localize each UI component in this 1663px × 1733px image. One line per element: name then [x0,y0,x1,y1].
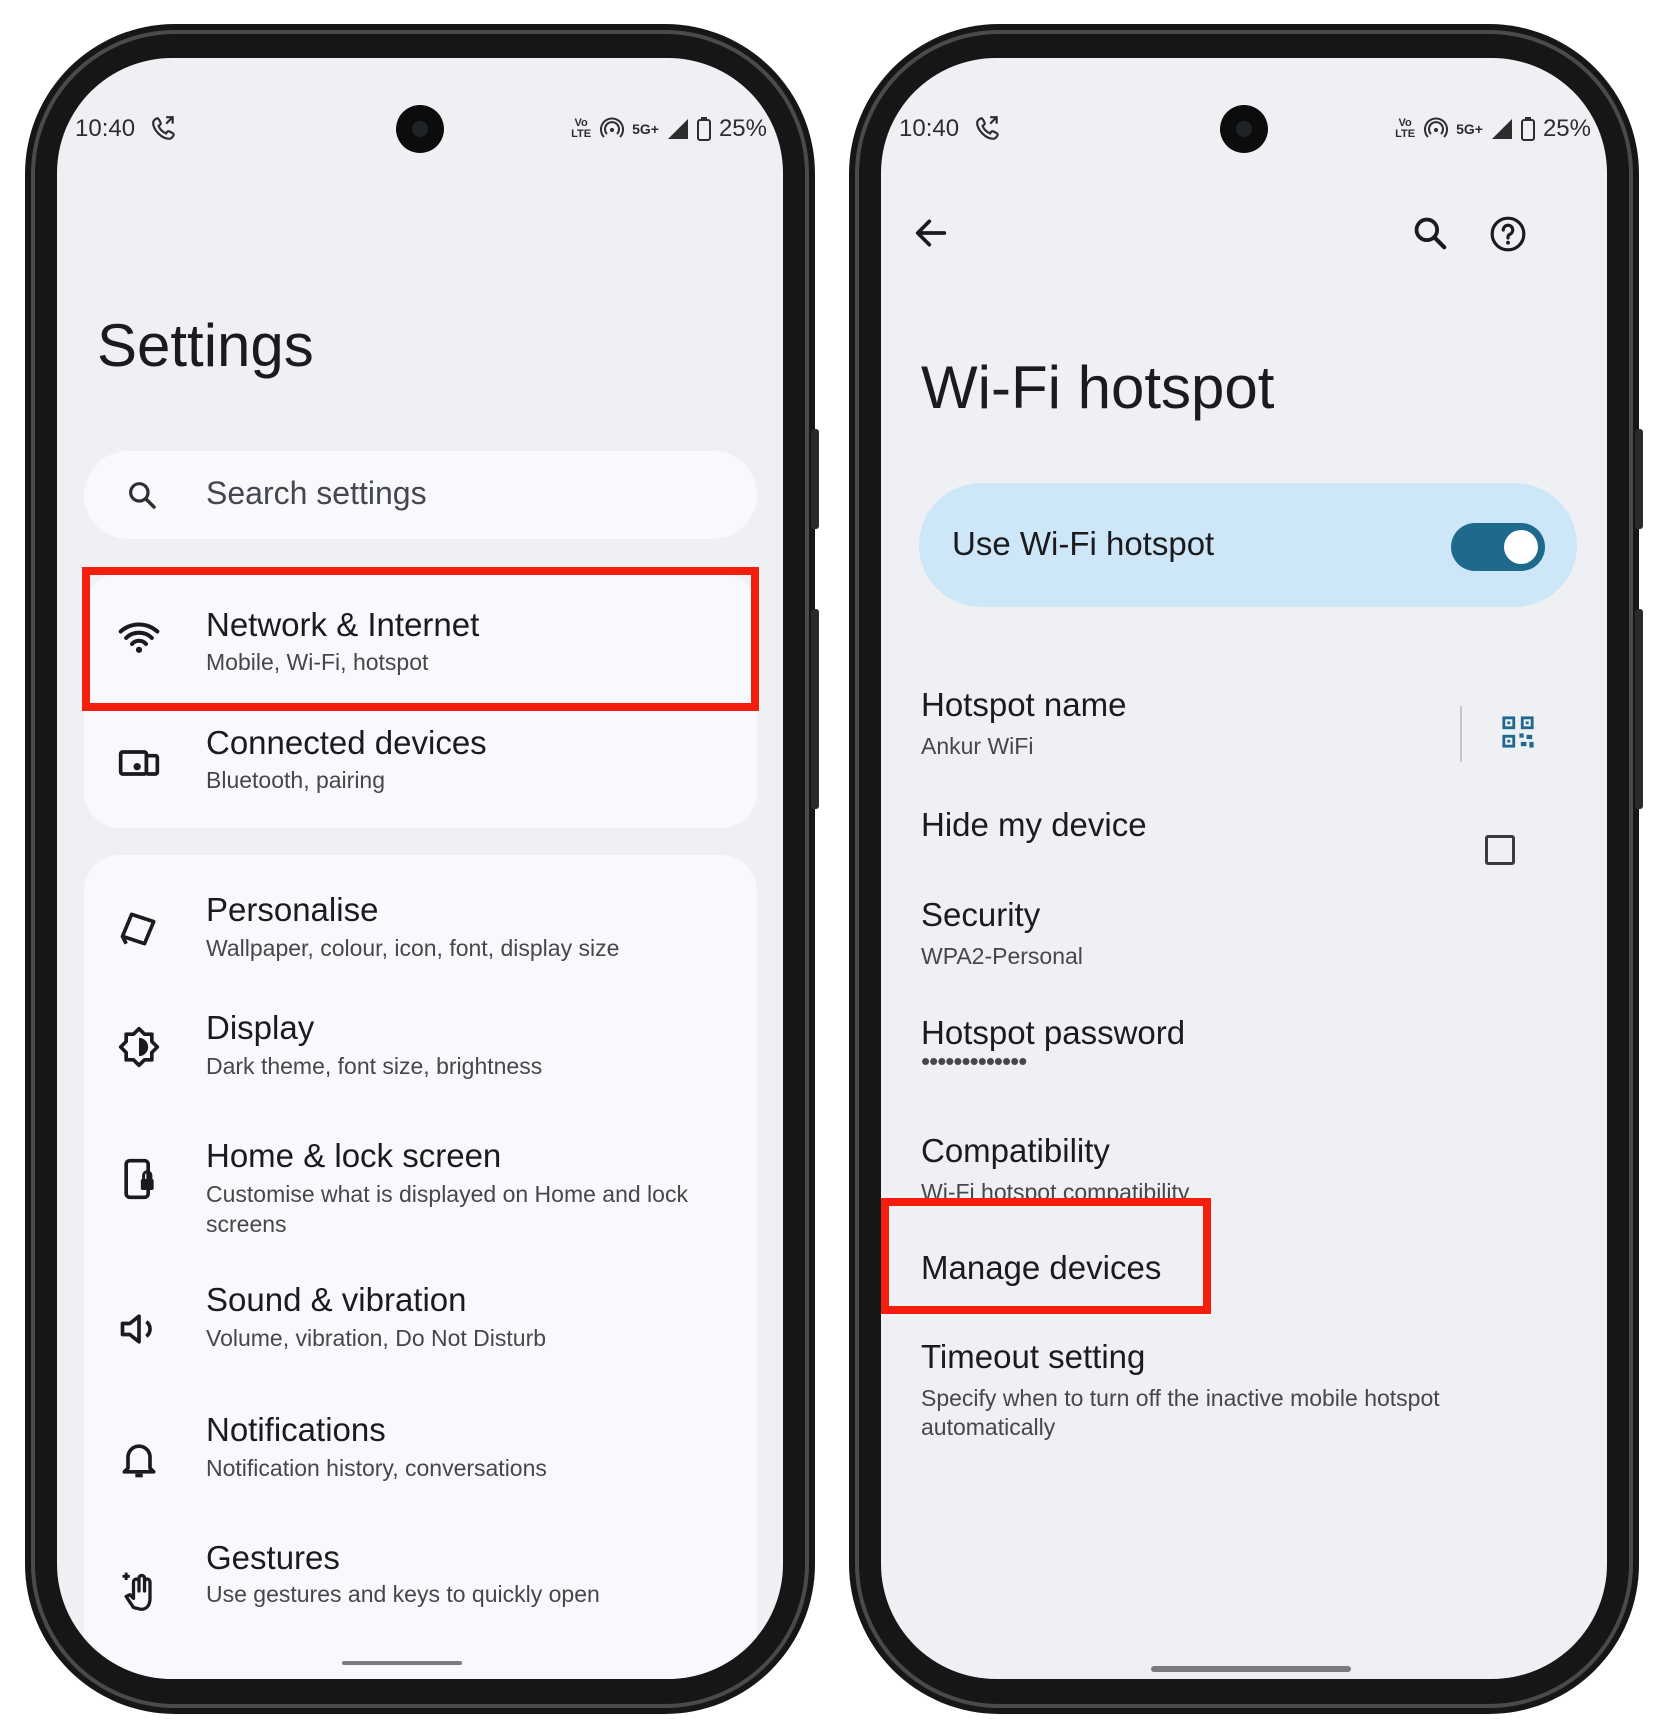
settings-item-gestures[interactable]: Gestures Use gestures and keys to quickl… [84,1535,757,1665]
devices-icon [118,750,160,776]
page-title: Wi-Fi hotspot [921,354,1275,421]
switch-knob [1504,530,1538,564]
item-title: Home & lock screen [206,1137,502,1174]
settings-card-main: Personalise Wallpaper, colour, icon, fon… [84,855,757,1679]
security-row[interactable]: Security WPA2-Personal [921,896,1521,971]
item-title: Compatibility [921,1132,1110,1169]
page-title: Settings [97,312,314,379]
call-forward-icon [976,116,999,140]
network-5g-icon: 5G+ [632,120,659,137]
compatibility-row[interactable]: Compatibility Wi-Fi hotspot compatibilit… [921,1132,1521,1207]
item-title: Hide my device [921,806,1147,843]
item-subtitle: Specify when to turn off the inactive mo… [921,1385,1440,1440]
hotspot-status-icon [600,117,625,138]
signal-icon [1491,119,1512,139]
qr-code-icon[interactable] [1501,715,1535,749]
settings-item-personalise[interactable]: Personalise Wallpaper, colour, icon, fon… [84,855,757,985]
item-subtitle: Volume, vibration, Do Not Disturb [206,1325,547,1351]
status-time: 10:40 [899,115,960,142]
speaker-icon [120,1314,152,1344]
front-camera [396,105,444,153]
battery-icon [696,117,711,141]
hotspot-status-icon [1424,117,1449,138]
item-subtitle: Ankur WiFi [921,733,1034,759]
item-subtitle: Dark theme, font size, brightness [206,1053,543,1079]
volte-icon: Vo LTE [1395,117,1416,140]
item-subtitle: Use gestures and keys to quickly open [206,1581,600,1607]
settings-item-display[interactable]: Display Dark theme, font size, brightnes… [84,985,757,1115]
hide-device-checkbox[interactable] [1485,835,1515,865]
item-title: Connected devices [206,724,487,761]
volume-button [1635,429,1643,529]
settings-item-home-lock[interactable]: Home & lock screen Customise what is dis… [84,1115,757,1275]
battery-percent: 25% [1542,115,1591,142]
vertical-divider [1460,706,1462,762]
item-title: Sound & vibration [206,1281,467,1318]
item-title: Gestures [206,1539,340,1576]
volume-button [811,429,819,529]
search-icon [129,482,156,509]
item-subtitle: Bluetooth, pairing [206,767,386,793]
bell-icon [122,1444,156,1478]
item-subtitle: Notification history, conversations [206,1455,547,1481]
signal-icon [667,119,688,139]
search-placeholder: Search settings [206,475,427,511]
gesture-icon [122,1572,152,1611]
gesture-nav-bar [1151,1666,1351,1672]
hotspot-switch[interactable] [1451,523,1545,571]
settings-item-sound[interactable]: Sound & vibration Volume, vibration, Do … [84,1275,757,1405]
volte-icon: Vo LTE [571,117,592,140]
search-settings-bar[interactable]: Search settings [84,451,757,539]
item-subtitle: Wallpaper, colour, icon, font, display s… [206,935,620,961]
front-camera [1220,105,1268,153]
phone-right: 10:40 Vo LTE 5G+ 25% Wi-Fi hotspot Use W… [849,24,1643,1714]
item-subtitle: Customise what is displayed on Home and … [206,1181,688,1237]
brightness-icon [118,1026,160,1068]
item-title: Notifications [206,1411,386,1448]
item-title: Hotspot name [921,686,1127,723]
highlight-manage-devices [881,1198,1211,1314]
item-subtitle: WPA2-Personal [921,943,1083,969]
gesture-nav-bar [342,1661,462,1665]
back-arrow-icon[interactable] [911,213,951,253]
search-icon[interactable] [1411,214,1449,252]
settings-screen: 10:40 Vo LTE 5G+ 25% Settings Search set… [57,58,783,1679]
status-time: 10:40 [75,115,136,142]
lock-screen-icon [124,1158,154,1200]
phone-left: 10:40 Vo LTE 5G+ 25% Settings Search set… [25,24,819,1714]
item-title: Security [921,896,1041,933]
item-title: Timeout setting [921,1338,1146,1375]
power-button [811,609,819,809]
call-forward-icon [152,116,175,140]
use-hotspot-toggle-row[interactable]: Use Wi-Fi hotspot [919,483,1577,607]
help-icon[interactable] [1489,215,1527,253]
highlight-network-internet [82,567,759,711]
palette-icon [120,912,156,946]
timeout-setting-row[interactable]: Timeout setting Specify when to turn off… [921,1338,1521,1442]
item-title: Display [206,1009,315,1046]
hotspot-password-row[interactable]: Hotspot password ••••••••••••• [921,1014,1185,1077]
toggle-label: Use Wi-Fi hotspot [952,525,1215,562]
hotspot-screen: 10:40 Vo LTE 5G+ 25% Wi-Fi hotspot Use W… [881,58,1607,1679]
hide-device-row[interactable]: Hide my device [921,806,1147,844]
settings-item-connected-devices[interactable]: Connected devices Bluetooth, pairing [84,701,757,828]
settings-item-notifications[interactable]: Notifications Notification history, conv… [84,1405,757,1535]
battery-percent: 25% [718,115,767,142]
power-button [1635,609,1643,809]
network-5g-icon: 5G+ [1456,120,1483,137]
hotspot-name-row[interactable]: Hotspot name Ankur WiFi [921,686,1521,761]
item-title: Personalise [206,891,379,928]
battery-icon [1520,117,1535,141]
